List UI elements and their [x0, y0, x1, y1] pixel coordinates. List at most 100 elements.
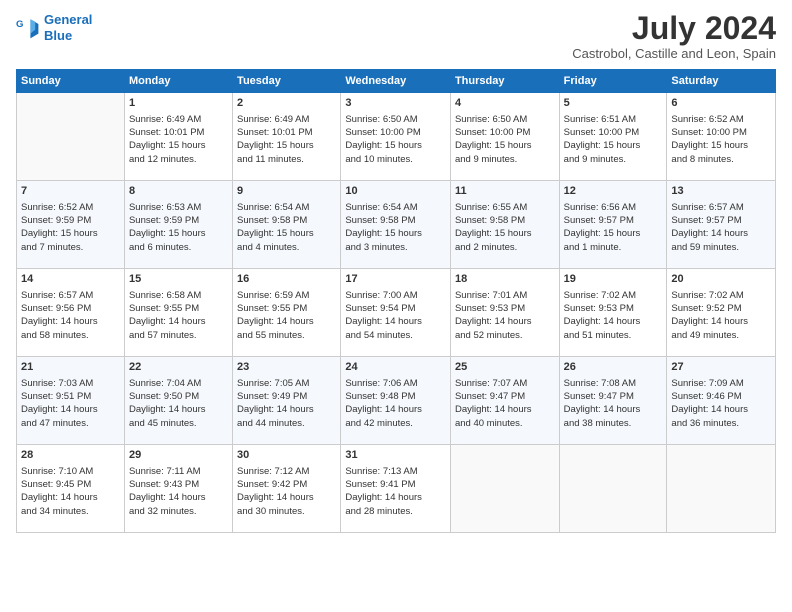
calendar-cell: 6 Sunrise: 6:52 AMSunset: 10:00 PMDayligh…: [667, 93, 776, 181]
day-detail: Sunrise: 7:10 AMSunset: 9:45 PMDaylight:…: [21, 465, 120, 518]
day-detail: Sunrise: 6:57 AMSunset: 9:57 PMDaylight:…: [671, 201, 771, 254]
day-number: 22: [129, 360, 228, 375]
calendar-cell: 22 Sunrise: 7:04 AMSunset: 9:50 PMDayligh…: [124, 357, 232, 445]
day-number: 26: [564, 360, 663, 375]
calendar-cell: 5Sunrise: 6:51 AMSunset: 10:00 PMDayligh…: [559, 93, 667, 181]
calendar-cell: 3 Sunrise: 6:50 AMSunset: 10:00 PMDayligh…: [341, 93, 451, 181]
day-detail: Sunrise: 6:52 AMSunset: 10:00 PMDaylight…: [671, 113, 771, 166]
day-detail: Sunrise: 7:04 AMSunset: 9:50 PMDaylight:…: [129, 377, 228, 430]
day-number: 7: [21, 184, 120, 199]
calendar-cell: 10 Sunrise: 6:54 AMSunset: 9:58 PMDayligh…: [341, 181, 451, 269]
calendar-cell: [667, 445, 776, 533]
title-area: July 2024 Castrobol, Castille and Leon, …: [572, 12, 776, 61]
header-thursday: Thursday: [450, 70, 559, 93]
day-number: 30: [237, 448, 336, 463]
day-number: 19: [564, 272, 663, 287]
calendar-cell: 23 Sunrise: 7:05 AMSunset: 9:49 PMDayligh…: [233, 357, 341, 445]
logo-line1: General: [44, 12, 92, 27]
day-number: 1: [129, 96, 228, 111]
calendar-week-4: 21 Sunrise: 7:03 AMSunset: 9:51 PMDayligh…: [17, 357, 776, 445]
calendar-cell: [17, 93, 125, 181]
calendar-cell: 1 Sunrise: 6:49 AMSunset: 10:01 PMDayligh…: [124, 93, 232, 181]
day-detail: Sunrise: 7:03 AMSunset: 9:51 PMDaylight:…: [21, 377, 120, 430]
calendar-cell: 25 Sunrise: 7:07 AMSunset: 9:47 PMDayligh…: [450, 357, 559, 445]
calendar-cell: 17Sunrise: 7:00 AMSunset: 9:54 PMDayligh…: [341, 269, 451, 357]
day-detail: Sunrise: 6:54 AMSunset: 9:58 PMDaylight:…: [345, 201, 446, 254]
calendar-cell: 29Sunrise: 7:11 AMSunset: 9:43 PMDayligh…: [124, 445, 232, 533]
calendar-cell: 7 Sunrise: 6:52 AMSunset: 9:59 PMDaylight…: [17, 181, 125, 269]
day-number: 13: [671, 184, 771, 199]
calendar-cell: [559, 445, 667, 533]
header-tuesday: Tuesday: [233, 70, 341, 93]
calendar-cell: 15 Sunrise: 6:58 AMSunset: 9:55 PMDayligh…: [124, 269, 232, 357]
day-number: 18: [455, 272, 555, 287]
header-sunday: Sunday: [17, 70, 125, 93]
calendar-cell: 2Sunrise: 6:49 AMSunset: 10:01 PMDayligh…: [233, 93, 341, 181]
day-number: 15: [129, 272, 228, 287]
day-detail: Sunrise: 7:09 AMSunset: 9:46 PMDaylight:…: [671, 377, 771, 430]
day-detail: Sunrise: 6:55 AMSunset: 9:58 PMDaylight:…: [455, 201, 555, 254]
calendar-cell: 9Sunrise: 6:54 AMSunset: 9:58 PMDaylight…: [233, 181, 341, 269]
day-number: 10: [345, 184, 446, 199]
calendar-table: Sunday Monday Tuesday Wednesday Thursday…: [16, 69, 776, 533]
day-detail: Sunrise: 6:53 AMSunset: 9:59 PMDaylight:…: [129, 201, 228, 254]
day-number: 24: [345, 360, 446, 375]
logo-line2: Blue: [44, 28, 72, 43]
calendar-cell: 31Sunrise: 7:13 AMSunset: 9:41 PMDayligh…: [341, 445, 451, 533]
day-number: 14: [21, 272, 120, 287]
day-number: 5: [564, 96, 663, 111]
day-number: 25: [455, 360, 555, 375]
day-number: 16: [237, 272, 336, 287]
calendar-cell: 18 Sunrise: 7:01 AMSunset: 9:53 PMDayligh…: [450, 269, 559, 357]
day-detail: Sunrise: 7:05 AMSunset: 9:49 PMDaylight:…: [237, 377, 336, 430]
calendar-cell: 20Sunrise: 7:02 AMSunset: 9:52 PMDayligh…: [667, 269, 776, 357]
calendar-cell: 13 Sunrise: 6:57 AMSunset: 9:57 PMDayligh…: [667, 181, 776, 269]
day-number: 20: [671, 272, 771, 287]
calendar-cell: 12 Sunrise: 6:56 AMSunset: 9:57 PMDayligh…: [559, 181, 667, 269]
day-detail: Sunrise: 6:54 AMSunset: 9:58 PMDaylight:…: [237, 201, 336, 254]
day-detail: Sunrise: 6:49 AMSunset: 10:01 PMDaylight…: [129, 113, 228, 166]
calendar-cell: 14Sunrise: 6:57 AMSunset: 9:56 PMDayligh…: [17, 269, 125, 357]
calendar-week-3: 14Sunrise: 6:57 AMSunset: 9:56 PMDayligh…: [17, 269, 776, 357]
header-wednesday: Wednesday: [341, 70, 451, 93]
logo-icon: G: [16, 16, 40, 40]
day-detail: Sunrise: 7:13 AMSunset: 9:41 PMDaylight:…: [345, 465, 446, 518]
calendar-header-row: Sunday Monday Tuesday Wednesday Thursday…: [17, 70, 776, 93]
day-number: 21: [21, 360, 120, 375]
calendar-week-5: 28 Sunrise: 7:10 AMSunset: 9:45 PMDayligh…: [17, 445, 776, 533]
day-detail: Sunrise: 6:56 AMSunset: 9:57 PMDaylight:…: [564, 201, 663, 254]
day-detail: Sunrise: 6:50 AMSunset: 10:00 PMDaylight…: [345, 113, 446, 166]
header-saturday: Saturday: [667, 70, 776, 93]
calendar-cell: 21 Sunrise: 7:03 AMSunset: 9:51 PMDayligh…: [17, 357, 125, 445]
logo-text: General Blue: [44, 12, 92, 43]
day-detail: Sunrise: 7:08 AMSunset: 9:47 PMDaylight:…: [564, 377, 663, 430]
header: G General Blue July 2024 Castrobol, Cast…: [16, 12, 776, 61]
page-container: G General Blue July 2024 Castrobol, Cast…: [0, 0, 792, 545]
day-detail: Sunrise: 6:58 AMSunset: 9:55 PMDaylight:…: [129, 289, 228, 342]
day-number: 6: [671, 96, 771, 111]
day-detail: Sunrise: 6:49 AMSunset: 10:01 PMDaylight…: [237, 113, 336, 166]
day-number: 29: [129, 448, 228, 463]
day-detail: Sunrise: 7:07 AMSunset: 9:47 PMDaylight:…: [455, 377, 555, 430]
day-detail: Sunrise: 7:12 AMSunset: 9:42 PMDaylight:…: [237, 465, 336, 518]
calendar-week-2: 7 Sunrise: 6:52 AMSunset: 9:59 PMDaylight…: [17, 181, 776, 269]
day-number: 4: [455, 96, 555, 111]
calendar-cell: 19Sunrise: 7:02 AMSunset: 9:53 PMDayligh…: [559, 269, 667, 357]
location: Castrobol, Castille and Leon, Spain: [572, 46, 776, 61]
calendar-cell: 27Sunrise: 7:09 AMSunset: 9:46 PMDayligh…: [667, 357, 776, 445]
calendar-cell: 16 Sunrise: 6:59 AMSunset: 9:55 PMDayligh…: [233, 269, 341, 357]
calendar-week-1: 1 Sunrise: 6:49 AMSunset: 10:01 PMDayligh…: [17, 93, 776, 181]
svg-text:G: G: [16, 19, 23, 30]
header-friday: Friday: [559, 70, 667, 93]
calendar-cell: [450, 445, 559, 533]
day-number: 3: [345, 96, 446, 111]
day-number: 28: [21, 448, 120, 463]
day-detail: Sunrise: 7:01 AMSunset: 9:53 PMDaylight:…: [455, 289, 555, 342]
day-number: 12: [564, 184, 663, 199]
calendar-cell: 4Sunrise: 6:50 AMSunset: 10:00 PMDayligh…: [450, 93, 559, 181]
day-detail: Sunrise: 7:00 AMSunset: 9:54 PMDaylight:…: [345, 289, 446, 342]
day-detail: Sunrise: 6:52 AMSunset: 9:59 PMDaylight:…: [21, 201, 120, 254]
day-detail: Sunrise: 6:59 AMSunset: 9:55 PMDaylight:…: [237, 289, 336, 342]
day-number: 23: [237, 360, 336, 375]
logo: G General Blue: [16, 12, 92, 43]
